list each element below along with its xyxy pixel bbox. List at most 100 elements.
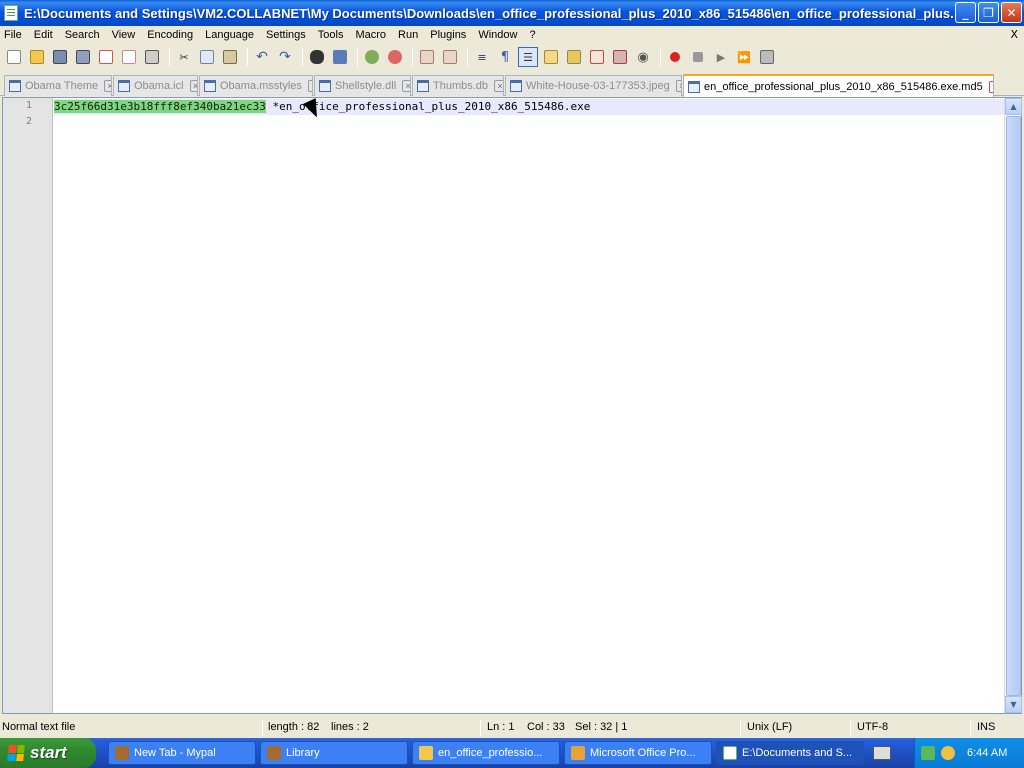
monitoring-icon[interactable]: ◉: [633, 47, 653, 67]
scroll-up-arrow-icon[interactable]: ▲: [1005, 98, 1022, 115]
folder-workspace-icon[interactable]: [610, 47, 630, 67]
tab-close-icon[interactable]: ×: [402, 80, 410, 92]
stop-macro-icon[interactable]: [688, 47, 708, 67]
tab-close-icon[interactable]: ×: [675, 80, 681, 92]
line-number-gutter: 1 2: [3, 98, 53, 713]
vertical-scrollbar[interactable]: ▲ ▼: [1004, 98, 1022, 713]
save-macro-icon[interactable]: [757, 47, 777, 67]
tab-thumbs-db[interactable]: Thumbs.db ×: [412, 75, 504, 96]
maximize-button[interactable]: ❐: [978, 2, 999, 23]
status-eol-format: Unix (LF): [747, 721, 793, 733]
taskbar-item-office-installer[interactable]: Microsoft Office Pro...: [564, 741, 712, 765]
taskbar-item-library[interactable]: Library: [260, 741, 408, 765]
selected-text[interactable]: 3c25f66d31e3b18fff8ef340ba21ec33: [54, 100, 266, 113]
code-text-area[interactable]: 3c25f66d31e3b18fff8ef340ba21ec33 *en_off…: [54, 98, 1004, 713]
record-macro-icon[interactable]: [665, 47, 685, 67]
search-tray-icon[interactable]: [941, 746, 955, 760]
sync-horizontal-icon[interactable]: [440, 47, 460, 67]
menu-plugins[interactable]: Plugins: [424, 29, 472, 41]
play-macro-icon[interactable]: ▶: [711, 47, 731, 67]
minimize-button[interactable]: _: [955, 2, 976, 23]
menu-edit[interactable]: Edit: [28, 29, 59, 41]
file-icon: [417, 80, 429, 92]
menu-encoding[interactable]: Encoding: [141, 29, 199, 41]
menu-macro[interactable]: Macro: [349, 29, 392, 41]
tab-obama-theme[interactable]: Obama Theme ×: [4, 75, 112, 96]
menu-settings[interactable]: Settings: [260, 29, 312, 41]
save-icon[interactable]: [50, 47, 70, 67]
find-icon[interactable]: [307, 47, 327, 67]
redo-icon[interactable]: ↷: [275, 47, 295, 67]
zoom-in-icon[interactable]: [362, 47, 382, 67]
tab-white-house-jpeg[interactable]: White-House-03-177353.jpeg ×: [505, 75, 682, 96]
taskbar-item-mypal[interactable]: New Tab - Mypal: [108, 741, 256, 765]
sync-vertical-icon[interactable]: [417, 47, 437, 67]
close-icon[interactable]: [96, 47, 116, 67]
tab-shellstyle-dll[interactable]: Shellstyle.dll ×: [314, 75, 411, 96]
user-lang-icon[interactable]: [541, 47, 561, 67]
open-file-icon[interactable]: [27, 47, 47, 67]
menu-help[interactable]: ?: [523, 29, 541, 41]
status-separator: [850, 720, 851, 736]
mypal-browser-icon: [115, 746, 129, 760]
taskbar-item-explorer-folder[interactable]: en_office_professio...: [412, 741, 560, 765]
tab-close-icon[interactable]: ×: [988, 80, 993, 93]
tab-close-icon[interactable]: ×: [494, 80, 503, 92]
doc-map-icon[interactable]: [564, 47, 584, 67]
function-list-icon[interactable]: [587, 47, 607, 67]
toolbar-separator: [247, 48, 248, 66]
title-bar[interactable]: E:\Documents and Settings\VM2.COLLABNET\…: [0, 0, 1024, 26]
save-all-icon[interactable]: [73, 47, 93, 67]
menu-search[interactable]: Search: [59, 29, 106, 41]
close-document-button[interactable]: X: [1010, 28, 1018, 41]
scroll-down-arrow-icon[interactable]: ▼: [1005, 696, 1022, 713]
editor-area[interactable]: 1 2 3c25f66d31e3b18fff8ef340ba21ec33 *en…: [2, 97, 1022, 714]
cut-icon[interactable]: ✂: [174, 47, 194, 67]
menu-file[interactable]: File: [0, 29, 28, 41]
keyboard-language-icon[interactable]: [873, 746, 891, 760]
undo-icon[interactable]: ↶: [252, 47, 272, 67]
toolbar-separator: [302, 48, 303, 66]
show-all-chars-icon[interactable]: ¶: [495, 47, 515, 67]
start-button[interactable]: start: [0, 738, 96, 768]
tab-label: Thumbs.db: [433, 80, 489, 92]
windows-logo-icon: [7, 745, 25, 761]
status-separator: [262, 720, 263, 736]
tab-obama-msstyles[interactable]: Obama.msstyles ×: [199, 75, 313, 96]
menu-view[interactable]: View: [106, 29, 142, 41]
toolbar-separator: [660, 48, 661, 66]
folder-icon: [419, 746, 433, 760]
replace-icon[interactable]: [330, 47, 350, 67]
network-icon[interactable]: [921, 746, 935, 760]
zoom-out-icon[interactable]: [385, 47, 405, 67]
new-file-icon[interactable]: [4, 47, 24, 67]
close-all-icon[interactable]: [119, 47, 139, 67]
tab-md5-file[interactable]: en_office_professional_plus_2010_x86_515…: [683, 74, 994, 97]
taskbar-item-notepad-plus-plus[interactable]: E:\Documents and S...: [716, 741, 864, 765]
tab-close-icon[interactable]: ×: [189, 80, 197, 92]
tab-close-icon[interactable]: ×: [104, 80, 111, 92]
clock[interactable]: 6:44 AM: [967, 747, 1007, 759]
menu-window[interactable]: Window: [472, 29, 523, 41]
print-icon[interactable]: [142, 47, 162, 67]
status-encoding: UTF-8: [857, 721, 889, 733]
menu-tools[interactable]: Tools: [312, 29, 350, 41]
run-macro-multiple-icon[interactable]: ⏩: [734, 47, 754, 67]
tab-obama-icl[interactable]: Obama.icl ×: [113, 75, 198, 96]
toolbar: ✂ ↶ ↷ ≡ ¶ ☰ ◉ ▶ ⏩: [0, 44, 1024, 70]
menu-run[interactable]: Run: [392, 29, 424, 41]
word-wrap-icon[interactable]: ≡: [472, 47, 492, 67]
status-column: Col : 33: [527, 721, 565, 733]
close-button[interactable]: ✕: [1001, 2, 1022, 23]
code-line[interactable]: 3c25f66d31e3b18fff8ef340ba21ec33 *en_off…: [54, 99, 1004, 115]
status-selection: Sel : 32 | 1: [575, 721, 628, 733]
tab-close-icon[interactable]: ×: [307, 80, 312, 92]
status-insert-mode: INS: [977, 721, 996, 733]
tab-label: Obama.icl: [134, 80, 184, 92]
menu-language[interactable]: Language: [199, 29, 260, 41]
notepad-plus-plus-app-icon[interactable]: [4, 5, 18, 21]
indent-guide-icon[interactable]: ☰: [518, 47, 538, 67]
scrollbar-thumb[interactable]: [1006, 116, 1021, 696]
paste-icon[interactable]: [220, 47, 240, 67]
copy-icon[interactable]: [197, 47, 217, 67]
